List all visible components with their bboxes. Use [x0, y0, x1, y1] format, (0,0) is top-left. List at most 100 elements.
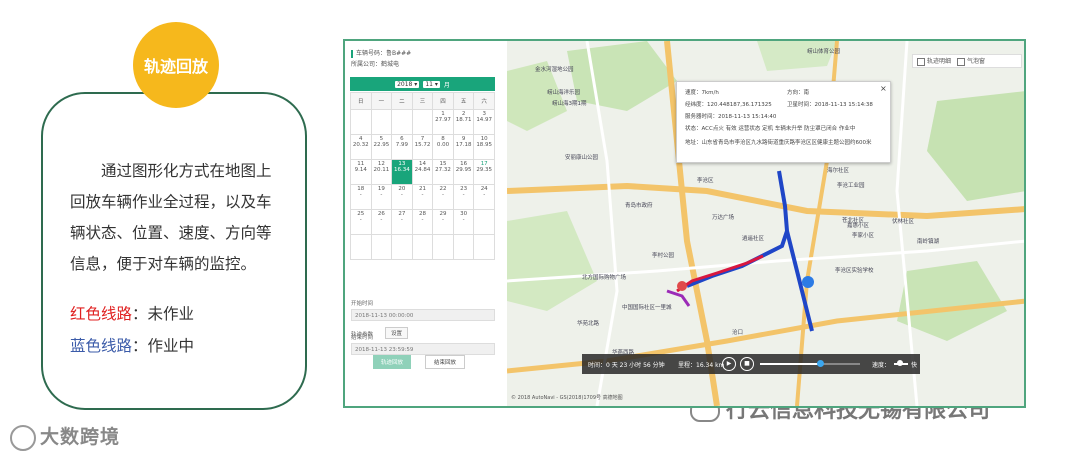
day-mileage: 29.35 — [476, 167, 493, 173]
calendar-day[interactable]: 26- — [370, 209, 393, 235]
calendar-day[interactable]: 23- — [452, 184, 475, 210]
day-mileage: 20.32 — [352, 142, 369, 148]
track-detail-toggle[interactable]: 轨迹明细 — [917, 56, 951, 66]
day-mileage: - — [462, 192, 465, 198]
calendar-day[interactable]: 30- — [452, 209, 475, 235]
year-select[interactable]: 2018 ▾ — [395, 80, 420, 88]
map-poi-label: 安丽康山公园 — [565, 155, 599, 161]
calendar-day[interactable]: 29- — [432, 209, 454, 235]
bubble-toggle[interactable]: 气泡窗 — [957, 56, 985, 66]
day-mileage: - — [483, 192, 486, 198]
end-playback-button[interactable]: 结束回放 — [425, 355, 466, 369]
legend-red-text: ：未作业 — [132, 305, 195, 323]
day-mileage: 0.00 — [436, 142, 450, 148]
map-poi-label: 崂山海3期1期 — [552, 101, 587, 107]
calendar-day[interactable]: 14 24.84 — [411, 159, 434, 185]
calendar-day[interactable]: 5 22.95 — [370, 134, 393, 160]
map-poi-label: 青岛市政府 — [625, 203, 653, 209]
calendar-day[interactable]: 17 29.35 — [473, 159, 495, 185]
calendar-day[interactable]: 24- — [473, 184, 495, 210]
day-mileage: - — [462, 217, 465, 223]
calendar-day[interactable]: 20- — [391, 184, 413, 210]
calendar-day[interactable]: 25- — [350, 209, 372, 235]
map-poi-label: 李村公园 — [652, 253, 675, 259]
calendar-day[interactable]: 18- — [350, 184, 372, 210]
calendar-day[interactable]: 6 7.99 — [391, 134, 413, 160]
calendar-day[interactable]: 15 27.32 — [432, 159, 454, 185]
map-poi-label: 华燕西路 — [612, 350, 635, 356]
weekday-header: 二 — [391, 92, 413, 110]
calendar-day[interactable]: 2 18.71 — [452, 109, 475, 135]
weekday-header: 一 — [370, 92, 393, 110]
calendar-day[interactable]: 8 0.00 — [432, 134, 454, 160]
stop-icon[interactable]: ■ — [740, 357, 754, 371]
app-screenshot: 车辆号码：鲁B### 所属公司：鹤城电 2018 ▾ 11 ▾ 月 日一二三四五… — [343, 39, 1026, 408]
day-mileage: 24.84 — [414, 167, 431, 173]
calendar-day — [473, 234, 495, 260]
legend-blue-label: 蓝色线路 — [70, 337, 133, 355]
calendar-day — [411, 234, 434, 260]
calendar-day[interactable]: 28- — [411, 209, 434, 235]
calendar-day[interactable]: 21- — [411, 184, 434, 210]
map-poi-label: 伏林社区 — [892, 219, 915, 225]
calendar-day[interactable]: 9 17.18 — [452, 134, 475, 160]
footer-brand: 大数跨境 — [10, 422, 120, 451]
calendar-day[interactable]: 22- — [432, 184, 454, 210]
day-mileage: 29.95 — [455, 167, 472, 173]
start-time-input[interactable]: 2018-11-13 00:00:00 — [351, 309, 495, 321]
calendar-day[interactable]: 1 27.97 — [432, 109, 454, 135]
progress-fill — [760, 363, 820, 365]
calendar-day[interactable]: 19- — [370, 184, 393, 210]
parking-marker[interactable] — [802, 276, 814, 288]
day-mileage: 27.97 — [435, 117, 451, 123]
settings-button[interactable]: 设置 — [385, 327, 409, 339]
calendar-day[interactable]: 12 20.11 — [370, 159, 393, 185]
map-poi-label: 华苑北路 — [577, 321, 600, 327]
vehicle-marker[interactable] — [677, 281, 687, 291]
day-mileage: 22.95 — [373, 142, 390, 148]
calendar-header: 2018 ▾ 11 ▾ 月 — [350, 77, 495, 91]
map-poi-label: 嘉惠小区 — [847, 223, 870, 229]
day-mileage: 18.71 — [455, 117, 472, 123]
calendar-day[interactable]: 27- — [391, 209, 413, 235]
legend-red-route: 红色线路：未作业 — [70, 302, 194, 324]
day-mileage: 15.72 — [414, 142, 431, 148]
weekday-header: 三 — [411, 92, 434, 110]
day-mileage: 17.18 — [455, 142, 472, 148]
day-mileage: 14.97 — [476, 117, 493, 123]
popup-speed: 速度：7km/h — [685, 90, 719, 96]
day-mileage: - — [421, 217, 424, 223]
map-poi-label: 南岭镇湖 — [917, 239, 940, 245]
weekday-header: 日 — [350, 92, 372, 110]
progress-slider[interactable] — [760, 360, 860, 367]
month-label: 月 — [443, 81, 450, 89]
day-mileage: - — [359, 192, 362, 198]
day-mileage: - — [442, 217, 445, 223]
calendar-day[interactable]: 4 20.32 — [350, 134, 372, 160]
speed-handle[interactable] — [896, 360, 903, 366]
popup-sat-time: 卫星时间：2018-11-13 15:14:38 — [787, 102, 873, 108]
play-icon[interactable]: ▶ — [722, 357, 736, 371]
calendar-day — [350, 109, 372, 135]
calendar-day[interactable]: 10 18.95 — [473, 134, 495, 160]
feature-badge: 轨迹回放 — [133, 22, 219, 108]
calendar-day[interactable]: 11 9.14 — [350, 159, 372, 185]
calendar-day[interactable]: 3 14.97 — [473, 109, 495, 135]
popup-close-icon[interactable]: × — [880, 84, 887, 93]
vehicle-plate: 车辆号码：鲁B### — [351, 48, 411, 58]
calendar-day — [370, 109, 393, 135]
end-time-input[interactable]: 2018-11-13 23:59:59 — [351, 343, 495, 355]
day-mileage: 16.34 — [394, 167, 410, 173]
calendar-day[interactable]: 16 29.95 — [452, 159, 475, 185]
playback-time: 时间：0 天 23 小时 56 分钟 — [588, 362, 665, 369]
month-select[interactable]: 11 ▾ — [423, 80, 440, 88]
mileage-calendar: 日一二三四五六 1 27.97 2 18.71 3 14.97 4 20.32 5 22.95 6 7… — [350, 92, 495, 260]
calendar-day — [452, 234, 475, 260]
map-view[interactable]: 轨迹明细 气泡窗 速度：7km/h 方向：南 经纬度：120.448187,36… — [507, 41, 1024, 406]
calendar-day — [350, 234, 372, 260]
calendar-day[interactable]: 13 16.34 — [391, 159, 413, 185]
progress-handle[interactable] — [817, 360, 824, 367]
play-track-button[interactable]: 轨迹回放 — [373, 355, 412, 369]
calendar-day[interactable]: 7 15.72 — [411, 134, 434, 160]
speed-slider[interactable] — [894, 360, 908, 366]
